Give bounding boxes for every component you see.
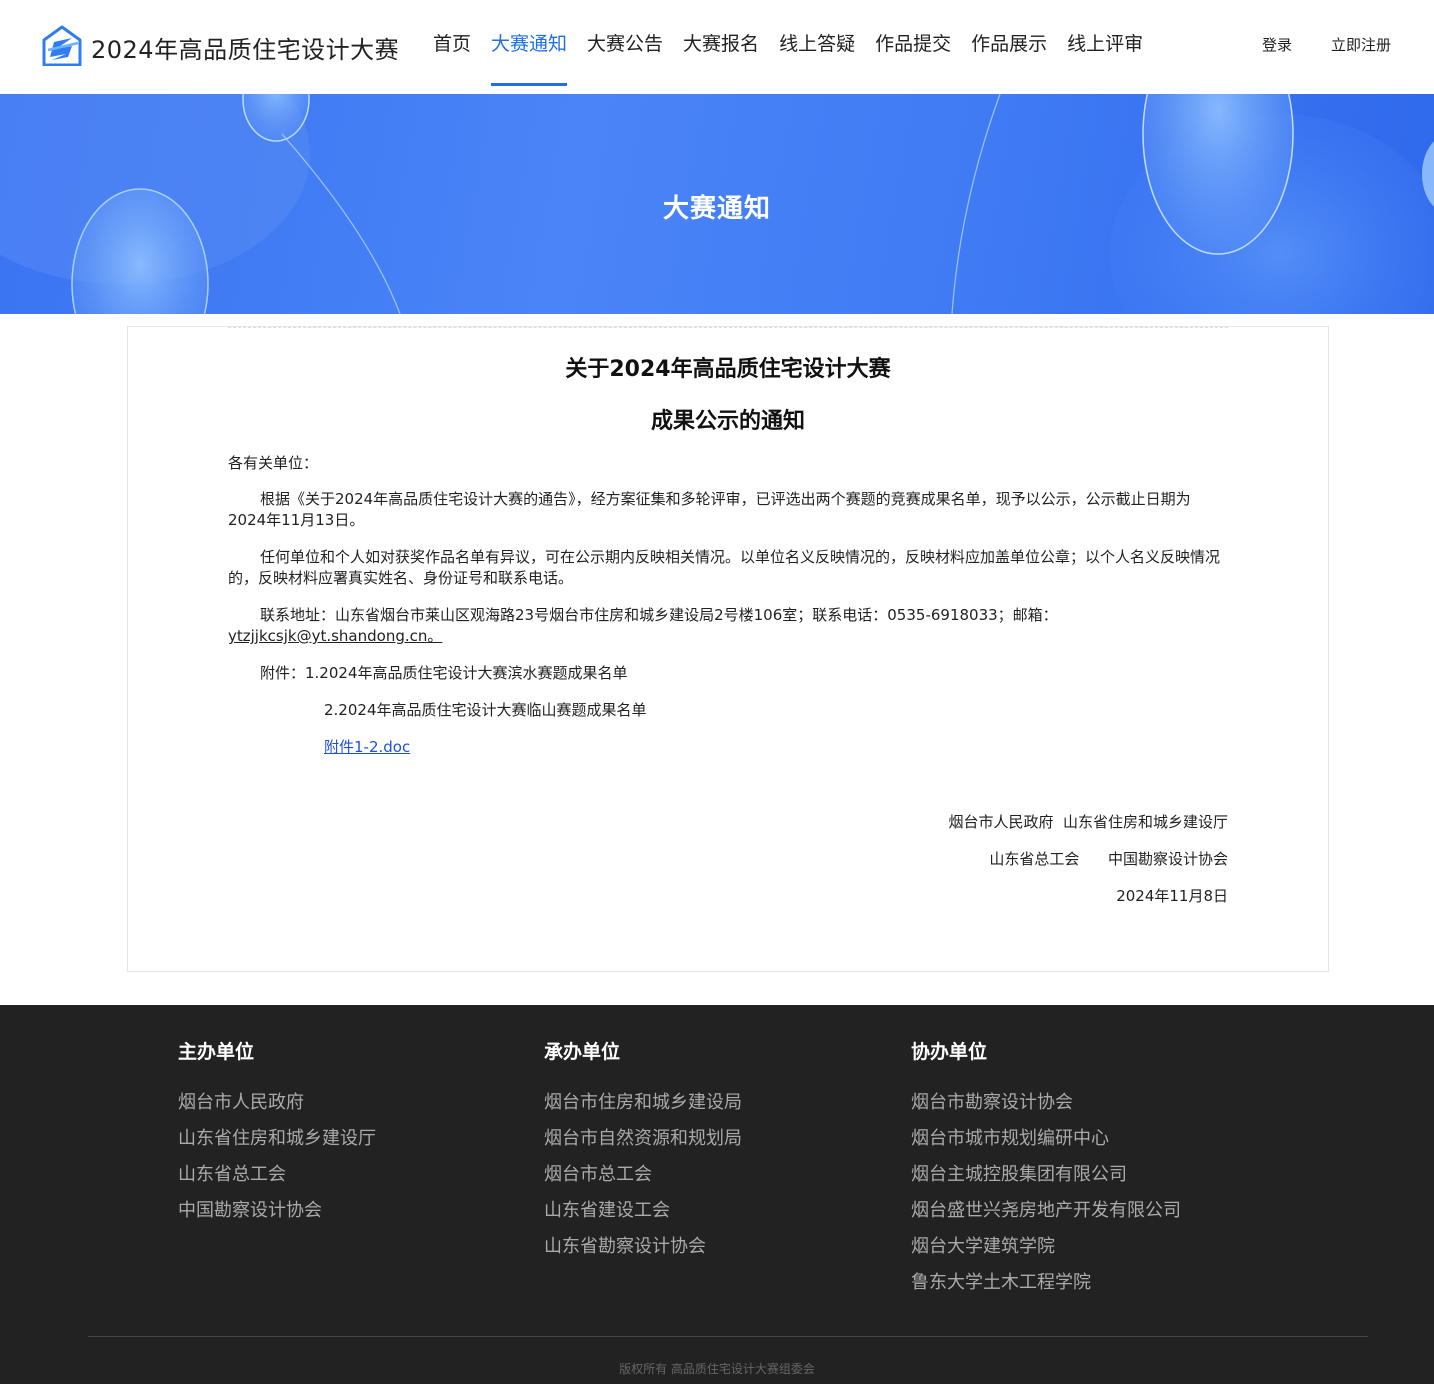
copyright: 版权所有 高品质住宅设计大赛组委会 — [619, 1362, 815, 1376]
footer-item: 烟台市自然资源和规划局 — [544, 1128, 742, 1149]
login-link[interactable]: 登录 — [1262, 34, 1292, 55]
footer-item: 中国勘察设计协会 — [178, 1200, 322, 1221]
notice-title-line2: 成果公示的通知 — [650, 409, 805, 434]
nav-online-qa[interactable]: 线上答疑 — [779, 0, 855, 94]
notice-title-line1: 关于2024年高品质住宅设计大赛 — [565, 357, 891, 382]
footer-item: 鲁东大学土木工程学院 — [911, 1272, 1091, 1293]
salutation: 各有关单位： — [228, 454, 319, 472]
notice-card: 关于2024年高品质住宅设计大赛 成果公示的通知 各有关单位： 根据《关于202… — [127, 326, 1329, 972]
nav-contest-notice[interactable]: 大赛通知 — [491, 0, 568, 94]
contact-paragraph: 联系地址：山东省烟台市莱山区观海路23号烟台市住房和城乡建设局2号楼106室；联… — [228, 605, 1228, 647]
site-footer: 主办单位 烟台市人民政府 山东省住房和城乡建设厅 山东省总工会 中国勘察设计协会… — [0, 1005, 1434, 1384]
notice-paragraph-2: 任何单位和个人如对获奖作品名单有异议，可在公示期内反映相关情况。以单位名义反映情… — [228, 548, 1221, 587]
footer-heading: 承办单位 — [544, 1041, 621, 1063]
footer-item: 烟台大学建筑学院 — [911, 1236, 1055, 1257]
signers-line-2: 山东省总工会 中国勘察设计协会 — [989, 850, 1228, 868]
footer-item: 烟台盛世兴尧房地产开发有限公司 — [911, 1200, 1181, 1221]
notice-date: 2024年11月8日 — [1116, 887, 1228, 905]
page-banner: 大赛通知 — [0, 94, 1434, 314]
house-logo-icon[interactable] — [42, 24, 82, 66]
banner-title: 大赛通知 — [662, 194, 771, 224]
footer-heading: 协办单位 — [911, 1041, 988, 1063]
card-divider — [228, 327, 1228, 328]
footer-item: 山东省住房和城乡建设厅 — [178, 1128, 376, 1149]
contact-info: 联系地址：山东省烟台市莱山区观海路23号烟台市住房和城乡建设局2号楼106室；联… — [260, 606, 1058, 624]
footer-heading: 主办单位 — [178, 1041, 255, 1063]
attachment-1: 附件：1.2024年高品质住宅设计大赛滨水赛题成果名单 — [260, 664, 628, 682]
site-header: 2024年高品质住宅设计大赛 首页 大赛通知 大赛公告 大赛报名 线上答疑 作品… — [0, 0, 1434, 94]
footer-item: 烟台市住房和城乡建设局 — [544, 1092, 742, 1113]
nav-home[interactable]: 首页 — [433, 0, 471, 94]
main-nav: 首页 大赛通知 大赛公告 大赛报名 线上答疑 作品提交 作品展示 线上评审 — [433, 0, 1163, 94]
footer-item: 山东省建设工会 — [544, 1200, 670, 1221]
attachment-2: 2.2024年高品质住宅设计大赛临山赛题成果名单 — [324, 701, 647, 719]
register-link[interactable]: 立即注册 — [1331, 34, 1391, 55]
attachment-download-link[interactable]: 附件1-2.doc — [324, 738, 410, 756]
footer-item: 烟台市人民政府 — [178, 1092, 304, 1113]
footer-item: 山东省勘察设计协会 — [544, 1236, 706, 1257]
nav-showcase[interactable]: 作品展示 — [971, 0, 1047, 94]
signers-line-1: 烟台市人民政府 山东省住房和城乡建设厅 — [948, 813, 1228, 831]
email-link[interactable]: ytzjjkcsjk@yt.shandong.cn。 — [228, 627, 442, 645]
footer-item: 山东省总工会 — [178, 1164, 286, 1185]
footer-item: 烟台市总工会 — [544, 1164, 652, 1185]
footer-item: 烟台市勘察设计协会 — [911, 1092, 1073, 1113]
site-title[interactable]: 2024年高品质住宅设计大赛 — [91, 30, 399, 65]
nav-contest-announcement[interactable]: 大赛公告 — [587, 0, 663, 94]
nav-registration[interactable]: 大赛报名 — [683, 0, 759, 94]
attachment-link-row: 附件1-2.doc — [228, 737, 1228, 758]
footer-item: 烟台主城控股集团有限公司 — [911, 1164, 1127, 1185]
footer-divider — [88, 1336, 1368, 1337]
footer-item: 烟台市城市规划编研中心 — [911, 1128, 1109, 1149]
notice-paragraph-1: 根据《关于2024年高品质住宅设计大赛的通告》，经方案征集和多轮评审，已评选出两… — [228, 490, 1191, 529]
nav-online-review[interactable]: 线上评审 — [1067, 0, 1143, 94]
nav-submission[interactable]: 作品提交 — [875, 0, 951, 94]
